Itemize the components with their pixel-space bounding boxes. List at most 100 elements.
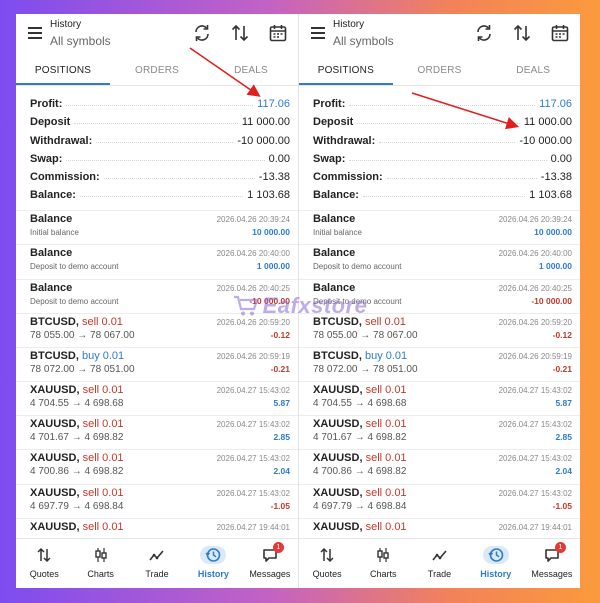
nav-quotes[interactable]: Quotes [16,539,72,588]
deal-amount: -0.12 [270,329,290,340]
calendar-icon[interactable] [550,23,570,43]
quotes-icon [31,546,57,564]
swap-value: 0.00 [268,152,290,165]
deal-row[interactable]: BTCUSD, sell 0.01 2026.04.26 20:59:20 78 0… [16,314,298,348]
summary-block: Profit: 117.06 Deposit 11 000.00 Withdrawa… [299,86,580,205]
deal-prices: 4 697.79 → 4 698.84 [313,500,407,512]
deal-row[interactable]: XAUUSD, sell 0.01 2026.04.27 15:43:02 4 70… [299,416,580,451]
deal-side: sell 0.01 [365,452,407,465]
nav-label: Charts [87,569,114,579]
deal-comment: Deposit to demo account [30,262,119,272]
deal-time: 2026.04.26 20:39:24 [216,215,290,225]
deal-side: sell 0.01 [365,520,407,533]
tab-deals[interactable]: DEALS [486,58,580,85]
sort-icon[interactable] [512,23,532,43]
deal-prices: 78 072.00 → 78 051.00 [30,363,135,375]
balance-row: Balance: 1 103.68 [30,183,290,201]
nav-trade[interactable]: Trade [411,539,467,588]
sort-icon[interactable] [230,23,250,43]
nav-label: Charts [370,569,397,579]
refresh-icon[interactable] [192,23,212,43]
deal-prices: 4 697.79 → 4 698.84 [30,500,124,512]
deal-row[interactable]: BTCUSD, buy 0.01 2026.04.26 20:59:19 78 07… [299,348,580,383]
deal-symbol: XAUUSD, sell 0.01 [313,418,407,431]
nav-label: Messages [531,569,573,579]
charts-icon [370,546,396,564]
history-screen-left: History All symbols POSITIONS ORDERS DEA… [16,14,298,588]
deal-prices: 78 055.00 → 78 067.00 [313,329,418,341]
deal-row[interactable]: BTCUSD, sell 0.01 2026.04.26 20:59:20 78 0… [299,314,580,348]
deal-row[interactable]: Balance 2026.04.26 20:40:00 Deposit to dem… [16,245,298,280]
deal-row[interactable]: XAUUSD, sell 0.01 2026.04.27 15:43:02 4 70… [16,382,298,417]
header-actions [474,23,570,43]
tab-orders[interactable]: ORDERS [393,58,487,85]
deal-amount: 5.87 [273,398,290,409]
deal-row[interactable]: Balance 2026.04.26 20:40:25 Deposit to dem… [299,280,580,314]
tab-deals[interactable]: DEALS [204,58,298,85]
withdrawal-row: Withdrawal: -10 000.00 [30,128,290,147]
deal-time: 2026.04.26 20:59:20 [498,317,572,327]
deal-row[interactable]: Balance 2026.04.26 20:40:00 Deposit to dem… [299,245,580,280]
deal-side: sell 0.01 [82,520,124,533]
tab-positions[interactable]: POSITIONS [299,58,393,85]
deal-side: sell 0.01 [82,384,124,397]
title-block: History All symbols [50,19,111,48]
balance-row: Balance: 1 103.68 [313,183,572,201]
deal-row[interactable]: XAUUSD, sell 0.01 2026.04.27 15:43:02 4 69… [16,485,298,519]
menu-icon[interactable] [28,27,42,39]
deal-comment: Deposit to demo account [313,296,402,306]
deal-amount: -0.12 [552,329,572,340]
nav-quotes[interactable]: Quotes [299,539,355,588]
deals-list: Balance 2026.04.26 20:39:24 Initial balanc… [299,211,580,553]
charts-icon [88,546,114,564]
bottom-nav: Quotes Charts Trade History Messages 1 [299,538,580,588]
refresh-icon[interactable] [474,23,494,43]
calendar-icon[interactable] [268,23,288,43]
tab-orders[interactable]: ORDERS [110,58,204,85]
deal-row[interactable]: XAUUSD, sell 0.01 2026.04.27 15:43:02 4 70… [299,382,580,417]
symbol-filter[interactable]: All symbols [333,34,394,48]
nav-history[interactable]: History [185,539,241,588]
deal-row[interactable]: XAUUSD, sell 0.01 2026.04.27 15:43:02 4 70… [16,416,298,451]
nav-history[interactable]: History [468,539,524,588]
deal-symbol: BTCUSD, buy 0.01 [313,349,408,362]
deal-amount: 1 000.00 [256,261,290,272]
nav-charts[interactable]: Charts [72,539,128,588]
deal-row[interactable]: Balance 2026.04.26 20:39:24 Initial balanc… [16,211,298,246]
commission-value: -13.38 [540,170,572,183]
symbol-filter[interactable]: All symbols [50,34,111,48]
nav-messages[interactable]: Messages 1 [242,539,298,588]
deal-row[interactable]: Balance 2026.04.26 20:40:25 Deposit to dem… [16,280,298,314]
deal-row[interactable]: XAUUSD, sell 0.01 2026.04.27 15:43:02 4 70… [16,450,298,485]
deals-list: Balance 2026.04.26 20:39:24 Initial balanc… [16,211,298,553]
deal-time: 2026.04.27 15:43:02 [498,454,572,464]
nav-charts[interactable]: Charts [355,539,411,588]
deal-symbol: Balance [30,213,73,226]
deal-time: 2026.04.26 20:59:19 [498,351,572,361]
deal-time: 2026.04.26 20:40:25 [498,283,572,293]
deal-side: sell 0.01 [82,486,124,499]
deal-row[interactable]: Balance 2026.04.26 20:39:24 Initial balanc… [299,211,580,246]
deal-amount: -0.21 [270,363,290,374]
deal-prices: 4 701.67 → 4 698.82 [30,432,124,444]
deal-symbol: Balance [30,281,73,294]
commission-row: Commission: -13.38 [313,165,572,183]
trade-icon [427,546,453,564]
tab-positions[interactable]: POSITIONS [16,58,110,85]
nav-messages[interactable]: Messages 1 [524,539,580,588]
page-title: History [50,19,82,30]
deal-row[interactable]: XAUUSD, sell 0.01 2026.04.27 15:43:02 4 69… [299,485,580,519]
trade-icon [144,546,170,564]
deal-side: sell 0.01 [82,418,124,431]
deal-time: 2026.04.27 19:44:01 [498,522,572,532]
deal-row[interactable]: XAUUSD, sell 0.01 2026.04.27 15:43:02 4 70… [299,450,580,485]
menu-icon[interactable] [311,27,325,39]
deposit-label: Deposit [30,116,71,129]
swap-row: Swap: 0.00 [30,147,290,165]
nav-trade[interactable]: Trade [129,539,185,588]
deal-amount: 10 000.00 [252,227,290,238]
deal-row[interactable]: BTCUSD, buy 0.01 2026.04.26 20:59:19 78 07… [16,348,298,383]
deal-side: buy 0.01 [364,349,408,362]
deal-time: 2026.04.26 20:59:19 [216,351,290,361]
profit-value: 117.06 [539,98,572,111]
